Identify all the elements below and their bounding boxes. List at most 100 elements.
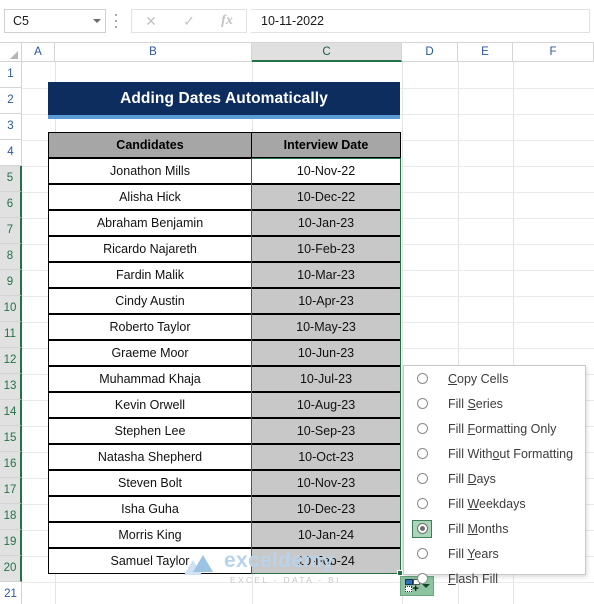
table-cell-interview-date[interactable]: 10-Jan-24 [251,522,401,548]
menu-item-fill-days[interactable]: Fill Days [404,466,585,491]
table-cell-interview-date[interactable]: 10-Nov-23 [251,470,401,496]
table-cell-interview-date[interactable]: 10-Feb-23 [251,236,401,262]
menu-item-fill-formatting-only[interactable]: Fill Formatting Only [404,416,585,441]
row-header-13[interactable]: 13 [0,374,22,400]
row-header-7[interactable]: 7 [0,218,22,244]
table-cell-interview-date[interactable]: 10-Dec-23 [251,496,401,522]
table-cell-candidate[interactable]: Natasha Shepherd [48,444,252,470]
close-icon[interactable]: ✕ [145,14,157,28]
radio-dot [416,498,428,509]
table-cell-candidate[interactable]: Muhammad Khaja [48,366,252,392]
menu-item-label: Fill Years [448,546,499,561]
radio-icon[interactable] [410,423,434,434]
menu-item-label: Fill Weekdays [448,496,526,511]
row-header-11[interactable]: 11 [0,322,22,348]
menu-item-fill-series[interactable]: Fill Series [404,391,585,416]
table-cell-candidate[interactable]: Kevin Orwell [48,392,252,418]
table-cell-candidate[interactable]: Roberto Taylor [48,314,252,340]
menu-item-fill-years[interactable]: Fill Years [404,541,585,566]
column-header-c[interactable]: C [252,43,402,62]
select-all-corner[interactable] [0,43,22,62]
table-cell-interview-date[interactable]: 10-Oct-23 [251,444,401,470]
name-box[interactable]: C5 [4,9,106,33]
table-cell-interview-date[interactable]: 10-Sep-23 [251,418,401,444]
more-options-icon[interactable] [114,14,118,28]
row-header-10[interactable]: 10 [0,296,22,322]
table-cell-candidate[interactable]: Isha Guha [48,496,252,522]
menu-item-fill-weekdays[interactable]: Fill Weekdays [404,491,585,516]
radio-icon[interactable] [410,573,434,584]
row-header-5[interactable]: 5 [0,166,22,192]
radio-icon[interactable] [410,448,434,459]
table-cell-interview-date[interactable]: 10-Jul-23 [251,366,401,392]
auto-fill-options-menu: Copy Cells Fill Series Fill Formatting Onl… [403,365,586,586]
table-cell-candidate[interactable]: Stephen Lee [48,418,252,444]
table-cell-interview-date[interactable]: 10-Nov-22 [251,158,401,184]
check-icon[interactable]: ✓ [183,14,195,28]
menu-item-label: Copy Cells [448,371,509,386]
row-header-18[interactable]: 18 [0,504,22,530]
menu-item-fill-without-formatting[interactable]: Fill Without Formatting [404,441,585,466]
column-header-a[interactable]: A [22,43,55,62]
radio-dot [416,373,428,384]
table-cell-interview-date[interactable]: 10-Aug-23 [251,392,401,418]
table-cell-interview-date[interactable]: 10-Jun-23 [251,340,401,366]
column-header-b[interactable]: B [55,43,252,62]
column-header-d[interactable]: D [402,43,458,62]
menu-item-flash-fill[interactable]: Flash Fill [404,566,585,591]
column-header-f[interactable]: F [513,43,594,62]
radio-dot [416,448,428,459]
row-header-16[interactable]: 16 [0,452,22,478]
table-cell-interview-date[interactable]: 10-Mar-23 [251,262,401,288]
menu-item-fill-months[interactable]: Fill Months [404,516,585,541]
row-header-17[interactable]: 17 [0,478,22,504]
sheet-title-banner: Adding Dates Automatically [48,82,400,115]
row-header-4[interactable]: 4 [0,140,22,166]
table-cell-candidate[interactable]: Abraham Benjamin [48,210,252,236]
radio-dot [416,398,428,409]
table-cell-candidate[interactable]: Steven Bolt [48,470,252,496]
table-cell-interview-date[interactable]: 10-Jan-23 [251,210,401,236]
row-header-15[interactable]: 15 [0,426,22,452]
formula-input[interactable]: 10-11-2022 [251,9,590,33]
radio-icon[interactable] [410,548,434,559]
table-cell-candidate[interactable]: Cindy Austin [48,288,252,314]
row-header-19[interactable]: 19 [0,530,22,556]
row-header-21[interactable]: 21 [0,582,22,604]
insert-function-icon[interactable]: fx [221,14,233,28]
table-cell-candidate[interactable]: Morris King [48,522,252,548]
radio-icon[interactable] [410,373,434,384]
row-header-14[interactable]: 14 [0,400,22,426]
row-header-9[interactable]: 9 [0,270,22,296]
row-header-1[interactable]: 1 [0,62,22,88]
row-header-6[interactable]: 6 [0,192,22,218]
chevron-down-icon[interactable] [93,19,101,23]
table-cell-interview-date[interactable]: 10-May-23 [251,314,401,340]
table-cell-interview-date[interactable]: 10-Feb-24 [251,548,401,574]
table-cell-candidate[interactable]: Jonathon Mills [48,158,252,184]
row-header-20[interactable]: 20 [0,556,22,582]
table-cell-candidate[interactable]: Ricardo Najareth [48,236,252,262]
table-header-interview-date: Interview Date [251,132,401,158]
row-header-3[interactable]: 3 [0,114,22,140]
table-cell-interview-date[interactable]: 10-Apr-23 [251,288,401,314]
radio-icon[interactable] [410,473,434,484]
table-cell-candidate[interactable]: Graeme Moor [48,340,252,366]
formula-bar: C5 ✕ ✓ fx 10-11-2022 [0,0,594,43]
table-cell-candidate[interactable]: Alisha Hick [48,184,252,210]
radio-icon[interactable] [410,398,434,409]
radio-icon[interactable] [410,498,434,509]
row-header-12[interactable]: 12 [0,348,22,374]
row-header-2[interactable]: 2 [0,88,22,114]
column-header-e[interactable]: E [458,43,513,62]
menu-item-label: Flash Fill [448,571,499,586]
table-cell-interview-date[interactable]: 10-Dec-22 [251,184,401,210]
menu-item-copy-cells[interactable]: Copy Cells [404,366,585,391]
table-header-candidates: Candidates [48,132,252,158]
table-cell-candidate[interactable]: Samuel Taylor [48,548,252,574]
row-header-8[interactable]: 8 [0,244,22,270]
table-cell-candidate[interactable]: Fardin Malik [48,262,252,288]
radio-selected-icon[interactable] [412,519,432,538]
radio-dot [416,523,428,534]
radio-dot [416,573,428,584]
